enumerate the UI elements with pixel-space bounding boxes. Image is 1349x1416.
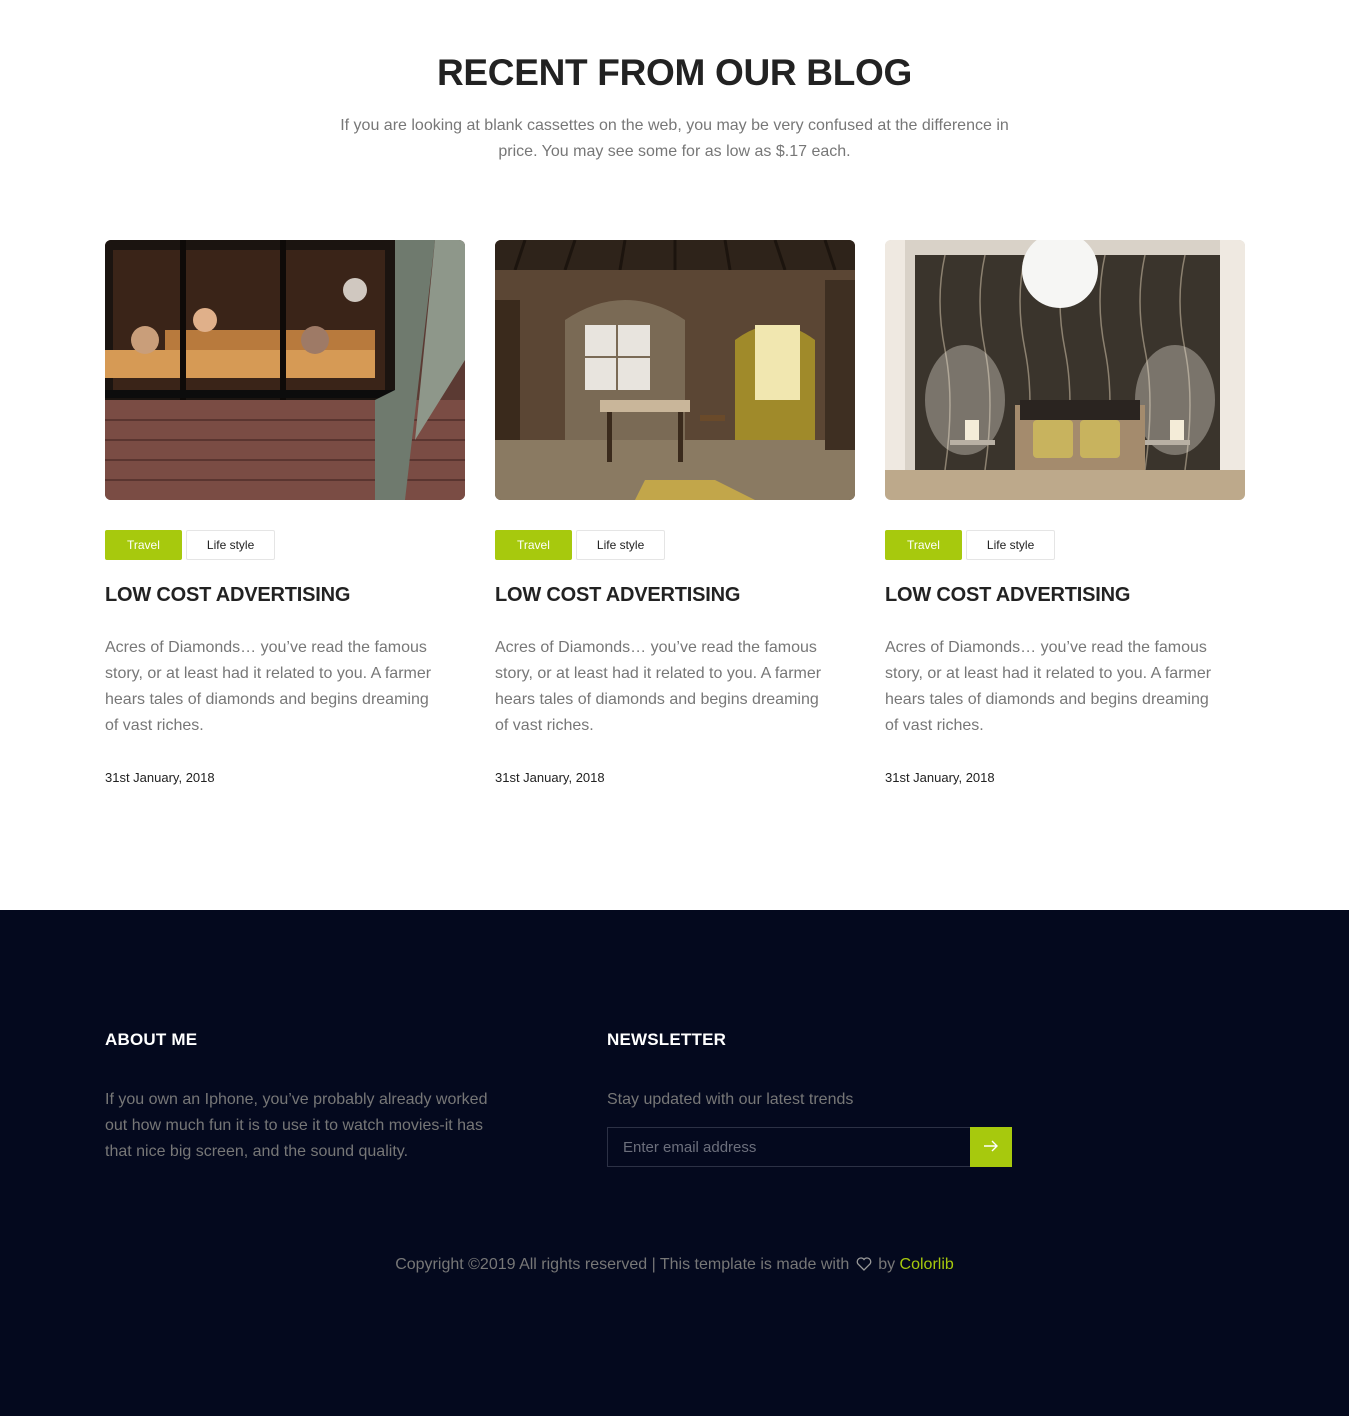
copyright-by: by	[878, 1256, 896, 1273]
tag-lifestyle[interactable]: Life style	[185, 530, 276, 560]
newsletter-heading: NEWSLETTER	[607, 1030, 727, 1049]
blog-subtitle: If you are looking at blank cassettes on…	[340, 117, 1009, 160]
footer: ABOUT ME If you own an Iphone, you’ve pr…	[0, 910, 1349, 1416]
tag-list: Travel Life style	[495, 530, 855, 560]
colorlib-link[interactable]: Colorlib	[900, 1256, 954, 1273]
copyright-text: Copyright ©2019 All rights reserved | Th…	[395, 1256, 850, 1273]
post-title[interactable]: LOW COST ADVERTISING	[885, 584, 1245, 608]
about-heading: ABOUT ME	[105, 1030, 198, 1049]
tag-lifestyle[interactable]: Life style	[965, 530, 1056, 560]
email-input[interactable]	[607, 1127, 970, 1167]
subscribe-button[interactable]	[970, 1127, 1012, 1167]
post-excerpt: Acres of Diamonds… you’ve read the famou…	[495, 639, 822, 734]
tag-travel[interactable]: Travel	[495, 530, 572, 560]
post-excerpt: Acres of Diamonds… you’ve read the famou…	[105, 639, 432, 734]
cafe-overhead-photo[interactable]	[105, 240, 465, 500]
blog-card: Travel Life style LOW COST ADVERTISING A…	[885, 240, 1245, 785]
post-date: 31st January, 2018	[495, 770, 605, 785]
tag-list: Travel Life style	[105, 530, 465, 560]
arrow-right-icon	[983, 1140, 999, 1155]
newsletter-text: Stay updated with our latest trends	[607, 1091, 854, 1108]
blog-card: Travel Life style LOW COST ADVERTISING A…	[495, 240, 855, 785]
blog-card: Travel Life style LOW COST ADVERTISING A…	[105, 240, 465, 785]
post-title[interactable]: LOW COST ADVERTISING	[105, 584, 465, 608]
tag-list: Travel Life style	[885, 530, 1245, 560]
post-date: 31st January, 2018	[105, 770, 215, 785]
blog-section: RECENT FROM OUR BLOG If you are looking …	[0, 0, 1349, 910]
copyright: Copyright ©2019 All rights reserved | Th…	[0, 1256, 1349, 1276]
post-title[interactable]: LOW COST ADVERTISING	[495, 584, 855, 608]
post-date: 31st January, 2018	[885, 770, 995, 785]
tag-travel[interactable]: Travel	[885, 530, 962, 560]
blog-title: RECENT FROM OUR BLOG	[437, 52, 912, 93]
old-wooden-room-photo[interactable]	[495, 240, 855, 500]
heart-icon	[856, 1257, 872, 1276]
bedroom-photo[interactable]	[885, 240, 1245, 500]
tag-lifestyle[interactable]: Life style	[575, 530, 666, 560]
about-text: If you own an Iphone, you’ve probably al…	[105, 1091, 488, 1160]
tag-travel[interactable]: Travel	[105, 530, 182, 560]
post-excerpt: Acres of Diamonds… you’ve read the famou…	[885, 639, 1212, 734]
newsletter-form	[607, 1127, 1012, 1167]
